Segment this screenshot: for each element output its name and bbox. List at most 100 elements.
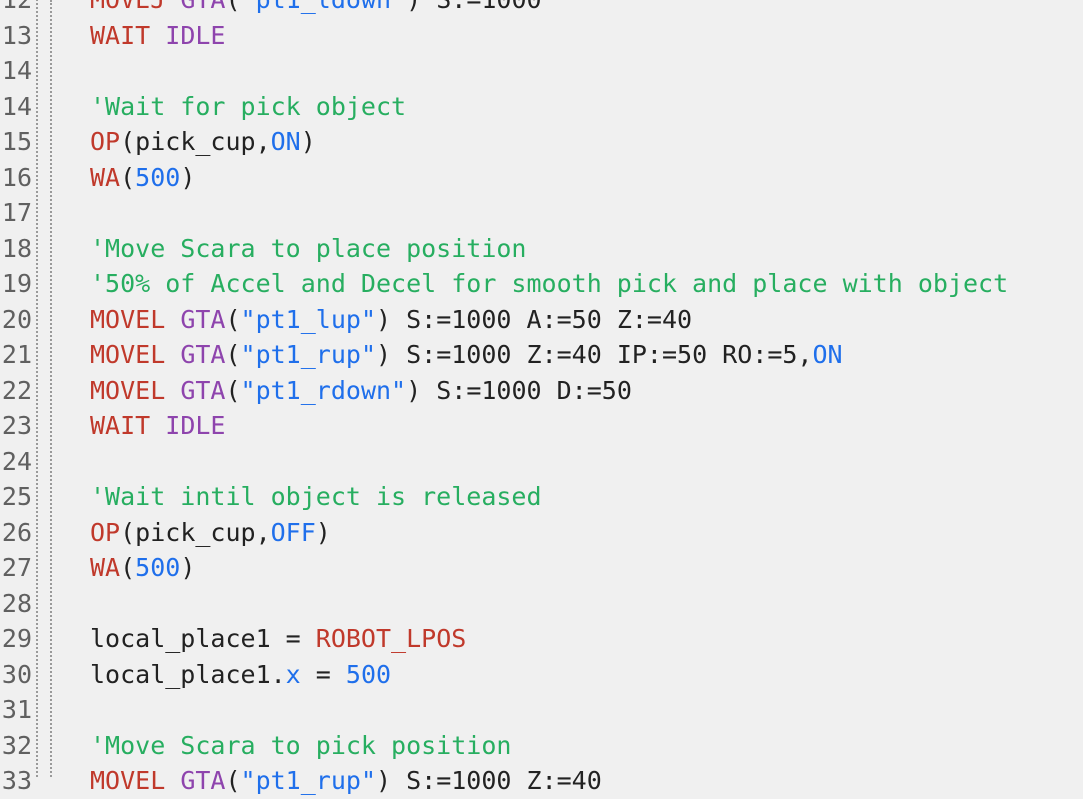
code-line[interactable]: WAIT IDLE <box>90 18 1083 54</box>
line-number: 18 <box>0 231 32 267</box>
code-line[interactable]: 'Wait for pick object <box>90 89 1083 125</box>
code-token: 500 <box>346 660 391 689</box>
code-line[interactable]: 'Move Scara to pick position <box>90 728 1083 764</box>
code-token: MOVEJ <box>90 0 180 14</box>
code-token: x <box>286 660 301 689</box>
code-token: "pt1_rup" <box>241 766 376 795</box>
code-line[interactable]: OP(pick_cup,OFF) <box>90 515 1083 551</box>
line-number: 15 <box>0 124 32 160</box>
code-token: ) S:=1000 Z:=40 <box>376 766 602 795</box>
code-token: ) S:=1000 D:=50 <box>406 376 632 405</box>
code-line[interactable]: WA(500) <box>90 550 1083 586</box>
code-line[interactable]: MOVEL GTA("pt1_rup") S:=1000 Z:=40 <box>90 763 1083 799</box>
code-token: = <box>301 660 346 689</box>
code-token: "pt1_rup" <box>241 340 376 369</box>
line-number: 12 <box>0 0 32 18</box>
code-line[interactable]: MOVEL GTA("pt1_rdown") S:=1000 D:=50 <box>90 373 1083 409</box>
line-number: 17 <box>0 195 32 231</box>
code-token: ( <box>120 553 135 582</box>
code-line[interactable]: 'Move Scara to place position <box>90 231 1083 267</box>
code-token: ) <box>180 163 195 192</box>
code-token: ) S:=1000 <box>406 0 541 14</box>
code-line[interactable] <box>90 444 1083 480</box>
code-token: WA <box>90 163 120 192</box>
code-line[interactable]: local_place1.x = 500 <box>90 657 1083 693</box>
line-number: 27 <box>0 550 32 586</box>
code-token: MOVEL <box>90 340 180 369</box>
code-token: ) <box>316 518 331 547</box>
line-number: 28 <box>0 586 32 622</box>
code-line[interactable]: 'Wait intil object is released <box>90 479 1083 515</box>
code-area[interactable]: MOVEJ GTA("pt1_ldown") S:=1000WAIT IDLE'… <box>52 0 1083 777</box>
code-token: ( <box>225 0 240 14</box>
code-token: GTA <box>180 766 225 795</box>
code-line[interactable]: MOVEL GTA("pt1_lup") S:=1000 A:=50 Z:=40 <box>90 302 1083 338</box>
code-line[interactable]: MOVEJ GTA("pt1_ldown") S:=1000 <box>90 0 1083 18</box>
code-token: IDLE <box>165 21 225 50</box>
code-token: 500 <box>135 163 180 192</box>
line-number: 16 <box>0 160 32 196</box>
code-line[interactable]: '50% of Accel and Decel for smooth pick … <box>90 266 1083 302</box>
code-token: GTA <box>180 0 225 14</box>
code-token: 500 <box>135 553 180 582</box>
code-token: 'Move Scara to place position <box>90 234 527 263</box>
line-number: 33 <box>0 763 32 799</box>
code-token: WAIT <box>90 411 150 440</box>
line-number: 26 <box>0 515 32 551</box>
code-token: ) <box>180 553 195 582</box>
line-number: 31 <box>0 692 32 728</box>
code-token: ( <box>225 376 240 405</box>
code-line[interactable]: WA(500) <box>90 160 1083 196</box>
code-token: WAIT <box>90 21 150 50</box>
code-token: ) S:=1000 Z:=40 IP:=50 RO:=5, <box>376 340 813 369</box>
code-token: ( <box>120 163 135 192</box>
line-number: 22 <box>0 373 32 409</box>
code-token: ON <box>271 127 301 156</box>
line-number: 25 <box>0 479 32 515</box>
fold-gutter <box>38 0 52 777</box>
line-number: 32 <box>0 728 32 764</box>
line-number: 23 <box>0 408 32 444</box>
code-token: IDLE <box>165 411 225 440</box>
line-number: 24 <box>0 444 32 480</box>
code-token: ON <box>813 340 843 369</box>
code-token: GTA <box>180 305 225 334</box>
code-line[interactable]: local_place1 = ROBOT_LPOS <box>90 621 1083 657</box>
line-number: 14 <box>0 53 32 89</box>
code-token: OFF <box>271 518 316 547</box>
code-token: ROBOT_LPOS <box>316 624 467 653</box>
line-number: 21 <box>0 337 32 373</box>
line-number: 20 <box>0 302 32 338</box>
code-token: ( <box>225 305 240 334</box>
code-token: '50% of Accel and Decel for smooth pick … <box>90 269 1008 298</box>
code-token: 'Wait for pick object <box>90 92 406 121</box>
code-token: ) S:=1000 A:=50 Z:=40 <box>376 305 692 334</box>
code-line[interactable] <box>90 53 1083 89</box>
code-token <box>150 21 165 50</box>
code-token: WA <box>90 553 120 582</box>
line-number: 14 <box>0 89 32 125</box>
code-token: OP <box>90 127 120 156</box>
code-line[interactable] <box>90 692 1083 728</box>
code-line[interactable]: MOVEL GTA("pt1_rup") S:=1000 Z:=40 IP:=5… <box>90 337 1083 373</box>
code-editor[interactable]: 1213141415161718192021222324252627282930… <box>0 0 1083 777</box>
code-line[interactable]: OP(pick_cup,ON) <box>90 124 1083 160</box>
code-token: local_place1. <box>90 660 286 689</box>
code-token: ) <box>301 127 316 156</box>
code-token: MOVEL <box>90 376 180 405</box>
code-token: "pt1_lup" <box>241 305 376 334</box>
code-token: 'Wait intil object is released <box>90 482 542 511</box>
code-token: ( <box>225 340 240 369</box>
code-line[interactable]: WAIT IDLE <box>90 408 1083 444</box>
code-line[interactable] <box>90 195 1083 231</box>
code-line[interactable] <box>90 586 1083 622</box>
code-token: GTA <box>180 340 225 369</box>
line-number: 19 <box>0 266 32 302</box>
code-token <box>150 411 165 440</box>
code-token: "pt1_ldown" <box>241 0 407 14</box>
code-token: MOVEL <box>90 766 180 795</box>
code-token: MOVEL <box>90 305 180 334</box>
line-number: 30 <box>0 657 32 693</box>
line-number: 13 <box>0 18 32 54</box>
code-token: local_place1 = <box>90 624 316 653</box>
